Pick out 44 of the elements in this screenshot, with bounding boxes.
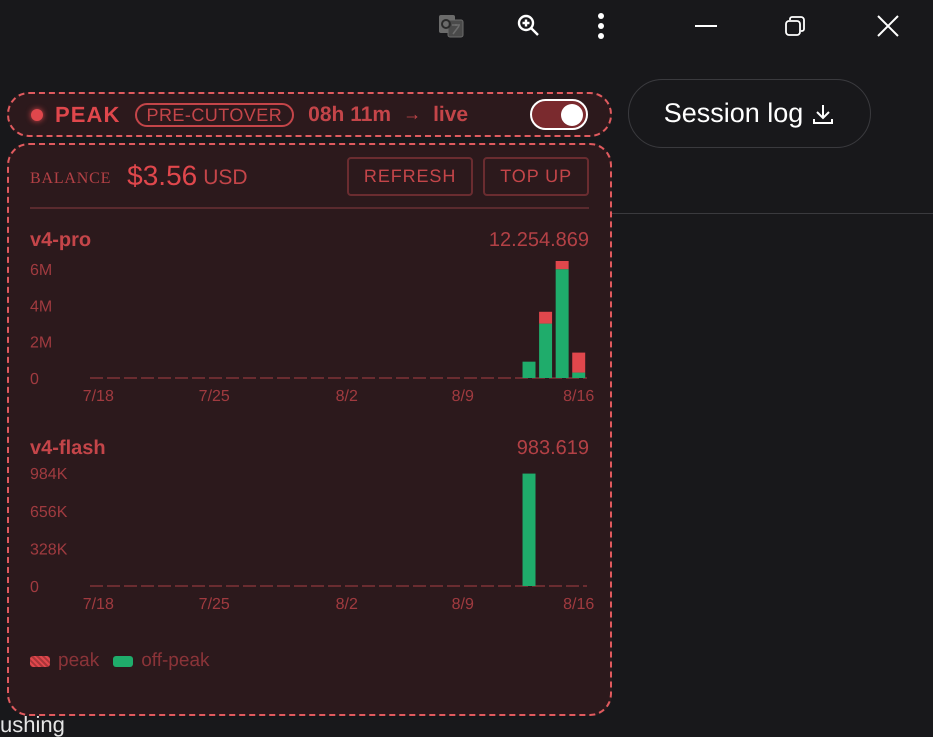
balance-button[interactable]: REFRESH: [346, 156, 474, 196]
close-icon[interactable]: [877, 15, 899, 37]
target-text: live: [433, 102, 468, 128]
axis-label: 2M: [30, 334, 52, 352]
live-toggle[interactable]: [530, 99, 588, 130]
balance-amount: $3.56: [127, 159, 198, 193]
axis-label: 0: [30, 579, 39, 596]
model-name: v4-pro: [30, 228, 92, 253]
more-options-icon[interactable]: [597, 13, 605, 39]
model-name: v4-flash: [30, 436, 106, 461]
axis-label: 7/18: [82, 596, 114, 613]
axis-label: 6M: [30, 262, 52, 280]
zoom-in-icon[interactable]: [517, 14, 541, 38]
bar: [522, 362, 536, 378]
axis-label: 656K: [30, 504, 68, 521]
session-log-button[interactable]: Session log: [628, 79, 871, 148]
phase-badge: PRE-CUTOVER: [134, 102, 294, 126]
model-total: 12.254.869: [488, 228, 589, 253]
axis-label: 8/9: [452, 388, 474, 405]
axis-label: 7/25: [198, 596, 230, 613]
axis-label: 8/16: [563, 388, 594, 405]
axis-label: 7/25: [198, 388, 230, 405]
arrow-text: →: [403, 103, 422, 126]
minimize-icon[interactable]: [695, 24, 717, 28]
axis-label: 0: [30, 371, 39, 388]
axis-label: 7/18: [82, 388, 114, 405]
balance-button[interactable]: TOP UP: [483, 156, 589, 196]
countdown-text: 08h 11m: [308, 102, 392, 128]
translate-icon[interactable]: [437, 13, 465, 39]
axis-label: 4M: [30, 298, 52, 316]
legend-label: off-peak: [141, 649, 210, 673]
axis-label: 8/2: [336, 388, 358, 405]
axis-label: 8/9: [452, 596, 474, 613]
axis-label: 328K: [30, 541, 68, 558]
axis-label: 8/2: [336, 596, 358, 613]
axis-label: 8/16: [563, 596, 594, 613]
background-text: ushing: [0, 714, 65, 736]
balance-label: BALANCE: [30, 169, 112, 189]
legend-label: peak: [58, 649, 100, 673]
currency-label: USD: [203, 165, 248, 192]
status-label: PEAK: [55, 101, 121, 129]
axis-label: 984K: [30, 466, 68, 484]
restore-icon[interactable]: [785, 16, 805, 36]
model-total: 983.619: [516, 436, 589, 461]
